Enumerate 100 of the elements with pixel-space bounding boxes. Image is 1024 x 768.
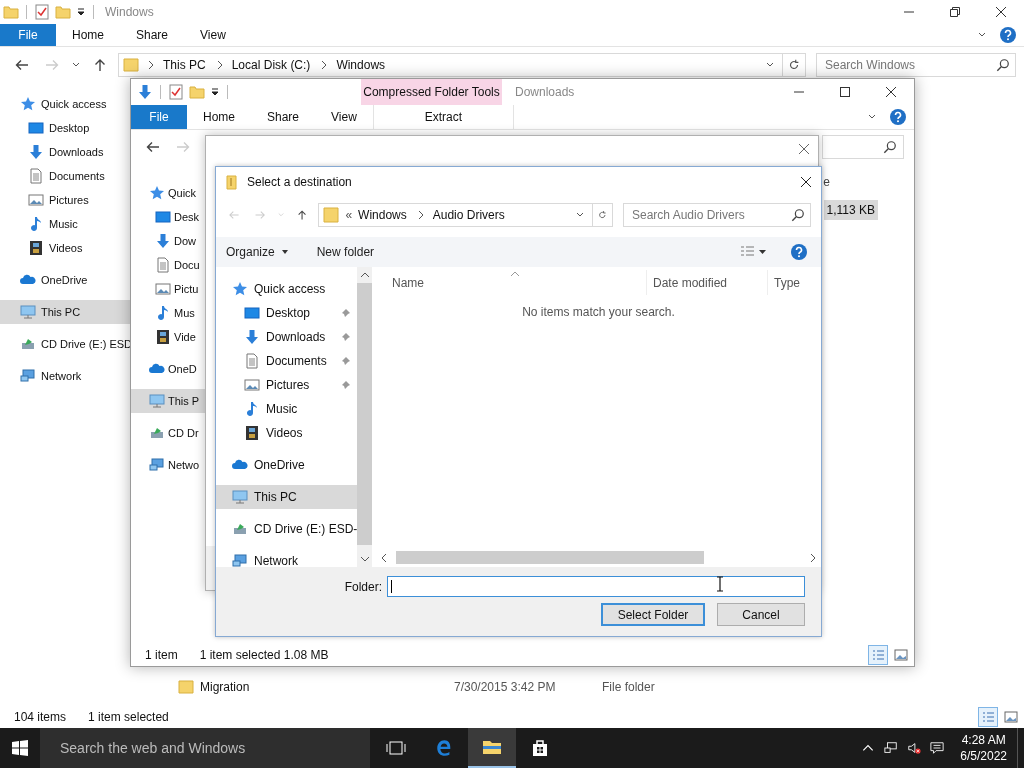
notification-icon[interactable] xyxy=(930,741,945,755)
speaker-muted-icon[interactable] xyxy=(907,741,922,755)
network-icon[interactable] xyxy=(884,741,899,755)
status-text: 104 items xyxy=(14,710,67,724)
sort-caret-icon xyxy=(510,271,520,277)
dialog-button[interactable]: Select Folder xyxy=(601,603,705,626)
scroll-thumb[interactable] xyxy=(396,551,704,564)
desktop-icon xyxy=(244,305,260,321)
dialog-button[interactable]: Cancel xyxy=(717,603,805,626)
chevron-icon xyxy=(147,60,155,70)
nav-item[interactable]: CD Dr xyxy=(131,421,206,445)
cd-drive-icon xyxy=(149,425,165,441)
taskbar-search-field[interactable]: Search the web and Windows xyxy=(40,728,370,768)
thumbnail-view-icon[interactable] xyxy=(1002,708,1020,726)
network-icon xyxy=(232,553,248,569)
nav-item[interactable]: This P xyxy=(131,389,206,413)
network-icon xyxy=(149,457,165,473)
search-field[interactable]: Search Windows xyxy=(816,53,1016,77)
ribbon-tab[interactable]: View xyxy=(315,105,373,129)
column-header[interactable]: Date modified xyxy=(647,270,768,295)
properties-icon[interactable] xyxy=(168,84,184,100)
nav-item[interactable]: Pictures xyxy=(0,188,130,212)
nav-item[interactable]: CD Drive (E:) ESD- xyxy=(216,517,358,541)
nav-item[interactable]: Vide xyxy=(131,325,206,349)
nav-item[interactable]: This PC xyxy=(0,300,130,324)
properties-icon[interactable] xyxy=(34,4,50,20)
nav-item[interactable]: Dow xyxy=(131,229,206,253)
ribbon-tab[interactable]: Extract xyxy=(372,105,514,129)
nav-item[interactable]: Docu xyxy=(131,253,206,277)
address-bar[interactable]: « Windows Audio Drivers xyxy=(318,203,594,227)
view-options-icon[interactable] xyxy=(739,245,767,259)
nav-item[interactable]: Quick xyxy=(131,181,206,205)
caret-icon[interactable] xyxy=(76,7,86,17)
toolbar-button[interactable]: New folder xyxy=(316,245,375,259)
nav-item[interactable]: Network xyxy=(216,549,358,573)
download-arrow-icon[interactable] xyxy=(137,84,153,100)
nav-item[interactable]: Videos xyxy=(216,421,358,445)
scroll-down-icon[interactable] xyxy=(359,555,370,563)
dialog-title: Select a destination xyxy=(247,175,352,189)
nav-item[interactable]: Mus xyxy=(131,301,206,325)
nav-item[interactable]: Pictures xyxy=(216,373,358,397)
task-view-icon xyxy=(386,739,406,757)
star-icon xyxy=(20,96,36,112)
nav-item[interactable]: Desktop xyxy=(0,116,130,140)
column-header[interactable]: e xyxy=(823,172,830,192)
nav-item[interactable]: Videos xyxy=(0,236,130,260)
ribbon-tab[interactable]: Home xyxy=(187,105,251,129)
column-header[interactable]: Name xyxy=(376,270,647,295)
breadcrumb[interactable]: Windows xyxy=(358,208,407,222)
help-icon[interactable] xyxy=(890,109,906,125)
nav-item[interactable]: OneDrive xyxy=(216,453,358,477)
ribbon-tab[interactable]: View xyxy=(184,24,242,46)
nav-item[interactable]: Downloads xyxy=(0,140,130,164)
overflow-chevron[interactable]: « xyxy=(345,208,353,222)
scroll-up-icon[interactable] xyxy=(359,271,370,279)
close-icon[interactable] xyxy=(800,176,812,188)
help-icon[interactable] xyxy=(791,244,807,260)
search-field[interactable]: Search Audio Drivers xyxy=(623,203,811,227)
status-text: 1 item selected 1.08 MB xyxy=(199,648,329,662)
toolbar-button[interactable]: Organize xyxy=(226,245,289,259)
document-icon xyxy=(244,353,260,369)
address-bar[interactable]: This PC Local Disk (C:) Windows xyxy=(118,53,783,77)
nav-item[interactable]: Downloads xyxy=(216,325,358,349)
nav-item[interactable]: Desk xyxy=(131,205,206,229)
column-header[interactable]: Type xyxy=(768,270,800,295)
breadcrumb[interactable]: This PC xyxy=(163,58,206,72)
ribbon-tab[interactable]: Share xyxy=(120,24,185,46)
nav-item[interactable]: Pictu xyxy=(131,277,206,301)
breadcrumb[interactable]: Windows xyxy=(336,58,386,72)
thumbnail-view-icon[interactable] xyxy=(892,646,910,664)
nav-item[interactable]: OneD xyxy=(131,357,206,381)
breadcrumb[interactable]: Local Disk (C:) xyxy=(231,58,311,72)
ribbon-tab[interactable]: File xyxy=(131,105,187,129)
nav-item[interactable]: Documents xyxy=(216,349,358,373)
nav-item[interactable]: Music xyxy=(216,397,358,421)
ribbon-tab[interactable]: Home xyxy=(56,24,120,46)
picture-icon xyxy=(28,192,44,208)
film-icon xyxy=(28,240,44,256)
folder-icon xyxy=(482,738,502,756)
refresh-icon[interactable] xyxy=(592,203,613,227)
help-icon[interactable] xyxy=(1000,27,1016,43)
refresh-icon[interactable] xyxy=(782,53,806,77)
nav-item[interactable]: OneDrive xyxy=(0,268,130,292)
file-size: 1,113 KB xyxy=(823,200,878,220)
ribbon-tab[interactable]: Share xyxy=(251,105,316,129)
file-row[interactable]: Migration 7/30/2015 3:42 PM File folder xyxy=(178,676,655,698)
nav-item[interactable]: Quick access xyxy=(216,277,358,301)
desktop-icon xyxy=(28,120,44,136)
taskbar-app[interactable] xyxy=(468,728,516,768)
nav-item[interactable]: Music xyxy=(0,212,130,236)
nav-item[interactable]: Quick access xyxy=(0,92,130,116)
caret-icon[interactable] xyxy=(210,87,220,97)
nav-item[interactable]: Desktop xyxy=(216,301,358,325)
nav-item[interactable]: Documents xyxy=(0,164,130,188)
nav-item[interactable]: Netwo xyxy=(131,453,206,477)
breadcrumb[interactable]: Audio Drivers xyxy=(432,208,505,222)
nav-item[interactable]: This PC xyxy=(216,485,358,509)
clock-date: 6/5/2022 xyxy=(960,748,1007,764)
folder-field[interactable] xyxy=(387,576,805,597)
nav-item[interactable]: Network xyxy=(0,364,130,388)
